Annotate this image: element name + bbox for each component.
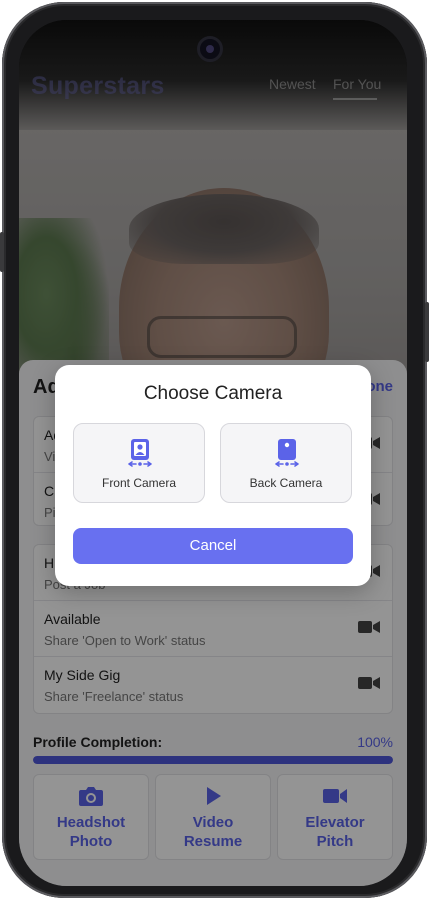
- cancel-button[interactable]: Cancel: [73, 528, 353, 564]
- front-camera-lens: [197, 36, 223, 62]
- front-camera-icon: [128, 439, 152, 467]
- back-camera-icon: [275, 439, 299, 467]
- dialog-title: Choose Camera: [143, 383, 283, 404]
- choose-camera-dialog: Choose Camera Front Camera Back Camera C…: [55, 365, 371, 586]
- volume-button: [0, 232, 4, 272]
- front-camera-label: Front Camera: [101, 476, 177, 490]
- front-camera-button[interactable]: Front Camera: [73, 423, 205, 503]
- back-camera-button[interactable]: Back Camera: [220, 423, 352, 503]
- power-button: [425, 302, 429, 362]
- back-camera-label: Back Camera: [249, 476, 323, 490]
- screen: Superstars Newest For You Ad one Ad Vi C…: [19, 20, 407, 886]
